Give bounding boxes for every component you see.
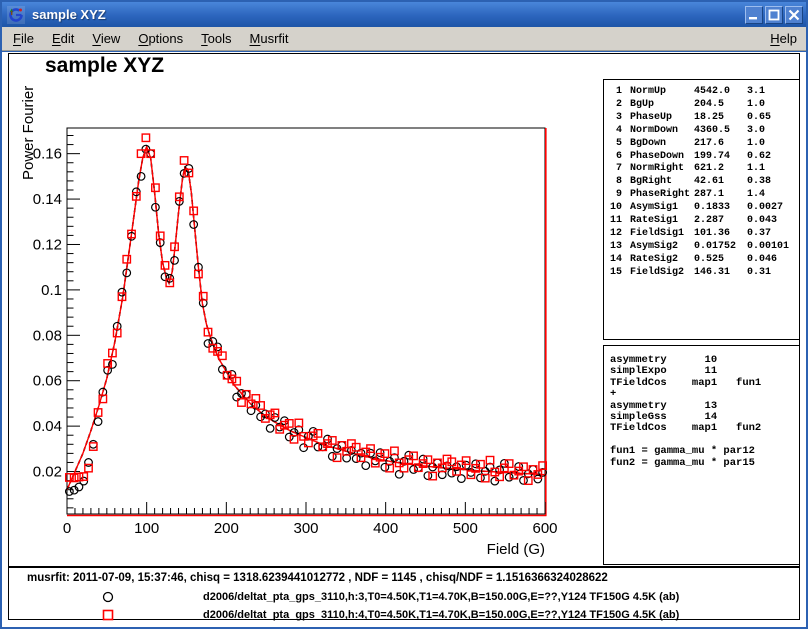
data-point <box>142 134 149 141</box>
y-tick-label: 0.02 <box>33 464 62 481</box>
menu-file[interactable]: File <box>4 29 43 48</box>
data-point <box>300 444 308 452</box>
root-canvas[interactable]: 0 100 200 300 400 500 600 0.02 0.04 0.06 0.08 0.1 0.… <box>2 52 806 627</box>
data-point <box>123 256 130 263</box>
data-point <box>309 428 317 436</box>
data-point <box>529 466 537 474</box>
data-point <box>515 463 523 471</box>
data-point <box>501 460 509 468</box>
data-point <box>271 414 279 422</box>
minimize-button[interactable] <box>745 6 763 24</box>
param-row-NormUp: 1NormUp4542.03.1 <box>609 86 799 99</box>
y-tick-label: 0.08 <box>33 327 62 344</box>
menu-edit[interactable]: Edit <box>43 29 83 48</box>
y-tick-label: 0.12 <box>33 236 62 253</box>
x-tick-label: 0 <box>63 520 71 537</box>
y-tick-label: 0.06 <box>33 373 62 390</box>
legend-label-run4: d2006/deltat_pta_gps_3110,h:4,T0=4.50K,T… <box>203 609 679 621</box>
data-point <box>204 340 212 348</box>
y-tick-label: 0.16 <box>33 146 62 163</box>
y-tick-label: 0.14 <box>33 191 62 208</box>
param-row-AsymSig2: 13AsymSig20.017520.00101 <box>609 241 799 254</box>
fit-parameters-pave[interactable]: 1NormUp4542.03.12BgUp204.51.03PhaseUp18.… <box>603 79 800 340</box>
maximize-button[interactable] <box>765 6 783 24</box>
legend-entry-run4: d2006/deltat_pta_gps_3110,h:4,T0=4.50K,T… <box>9 607 801 623</box>
data-point <box>242 391 250 399</box>
param-row-RateSig1: 11RateSig12.2870.043 <box>609 215 799 228</box>
titlebar[interactable]: sample XYZ <box>2 2 806 27</box>
menu-view[interactable]: View <box>83 29 129 48</box>
data-point <box>266 425 274 433</box>
x-tick-label: 100 <box>134 520 159 537</box>
param-row-PhaseRight: 9PhaseRight287.11.4 <box>609 189 799 202</box>
x-tick-label: 600 <box>532 520 557 537</box>
window-title: sample XYZ <box>32 7 745 22</box>
param-row-PhaseDown: 6PhaseDown199.740.62 <box>609 151 799 164</box>
y-tick-label: 0.1 <box>41 282 62 299</box>
data-point <box>152 184 159 191</box>
data-point <box>410 466 418 474</box>
data-point <box>94 418 102 426</box>
param-row-NormRight: 7NormRight621.21.1 <box>609 163 799 176</box>
plot-title: sample XYZ <box>45 54 164 78</box>
y-tick-label: 0.04 <box>33 418 62 435</box>
param-row-BgUp: 2BgUp204.51.0 <box>609 99 799 112</box>
param-row-FieldSig2: 15FieldSig2146.310.31 <box>609 267 799 280</box>
x-tick-label: 200 <box>214 520 239 537</box>
legend-pad[interactable]: musrfit: 2011-07-09, 15:37:46, chisq = 1… <box>8 567 800 620</box>
param-row-RateSig2: 14RateSig20.5250.046 <box>609 254 799 267</box>
data-point <box>180 157 187 164</box>
menu-options[interactable]: Options <box>129 29 192 48</box>
data-point <box>137 173 145 181</box>
data-point <box>462 461 470 469</box>
app-icon <box>7 6 25 24</box>
param-row-AsymSig1: 10AsymSig10.18330.0027 <box>609 202 799 215</box>
data-point <box>477 474 485 482</box>
legend-entry-run3: d2006/deltat_pta_gps_3110,h:3,T0=4.50K,T… <box>9 589 801 605</box>
param-row-FieldSig1: 12FieldSig1101.360.37 <box>609 228 799 241</box>
musrfit-window: sample XYZ File Edit View Options Tools … <box>0 0 808 629</box>
series-circles <box>66 145 547 495</box>
close-button[interactable] <box>785 6 803 24</box>
param-row-NormDown: 4NormDown4360.53.0 <box>609 125 799 138</box>
x-tick-label: 300 <box>293 520 318 537</box>
data-point <box>434 459 442 467</box>
data-point <box>458 475 466 483</box>
data-point <box>89 440 97 448</box>
param-row-BgRight: 8BgRight42.610.38 <box>609 176 799 189</box>
menu-musrfit[interactable]: Musrfit <box>241 29 298 48</box>
menu-help[interactable]: Help <box>761 29 806 48</box>
x-axis-title: Field (G) <box>487 541 545 558</box>
x-tick-label: 400 <box>373 520 398 537</box>
legend-label-run3: d2006/deltat_pta_gps_3110,h:3,T0=4.50K,T… <box>203 591 679 603</box>
menubar: File Edit View Options Tools Musrfit Hel… <box>2 27 806 51</box>
x-tick-label: 500 <box>453 520 478 537</box>
param-row-PhaseUp: 3PhaseUp18.250.65 <box>609 112 799 125</box>
data-point <box>118 288 126 296</box>
data-point <box>505 473 513 481</box>
param-row-BgDown: 5BgDown217.61.0 <box>609 138 799 151</box>
theory-pave[interactable]: asymmetry 10 simplExpo 11 TFieldCos map1… <box>603 345 800 565</box>
fit-status-line: musrfit: 2011-07-09, 15:37:46, chisq = 1… <box>27 572 608 584</box>
data-point <box>362 462 370 470</box>
data-point <box>333 454 340 461</box>
data-point <box>520 477 528 485</box>
data-point <box>281 417 289 425</box>
open-square-icon <box>100 607 116 623</box>
data-point <box>534 475 542 483</box>
y-axis-title: Power Fourier <box>20 86 37 180</box>
menu-tools[interactable]: Tools <box>192 29 240 48</box>
data-point <box>314 430 321 437</box>
open-circle-icon <box>100 589 116 605</box>
data-point <box>285 433 293 441</box>
